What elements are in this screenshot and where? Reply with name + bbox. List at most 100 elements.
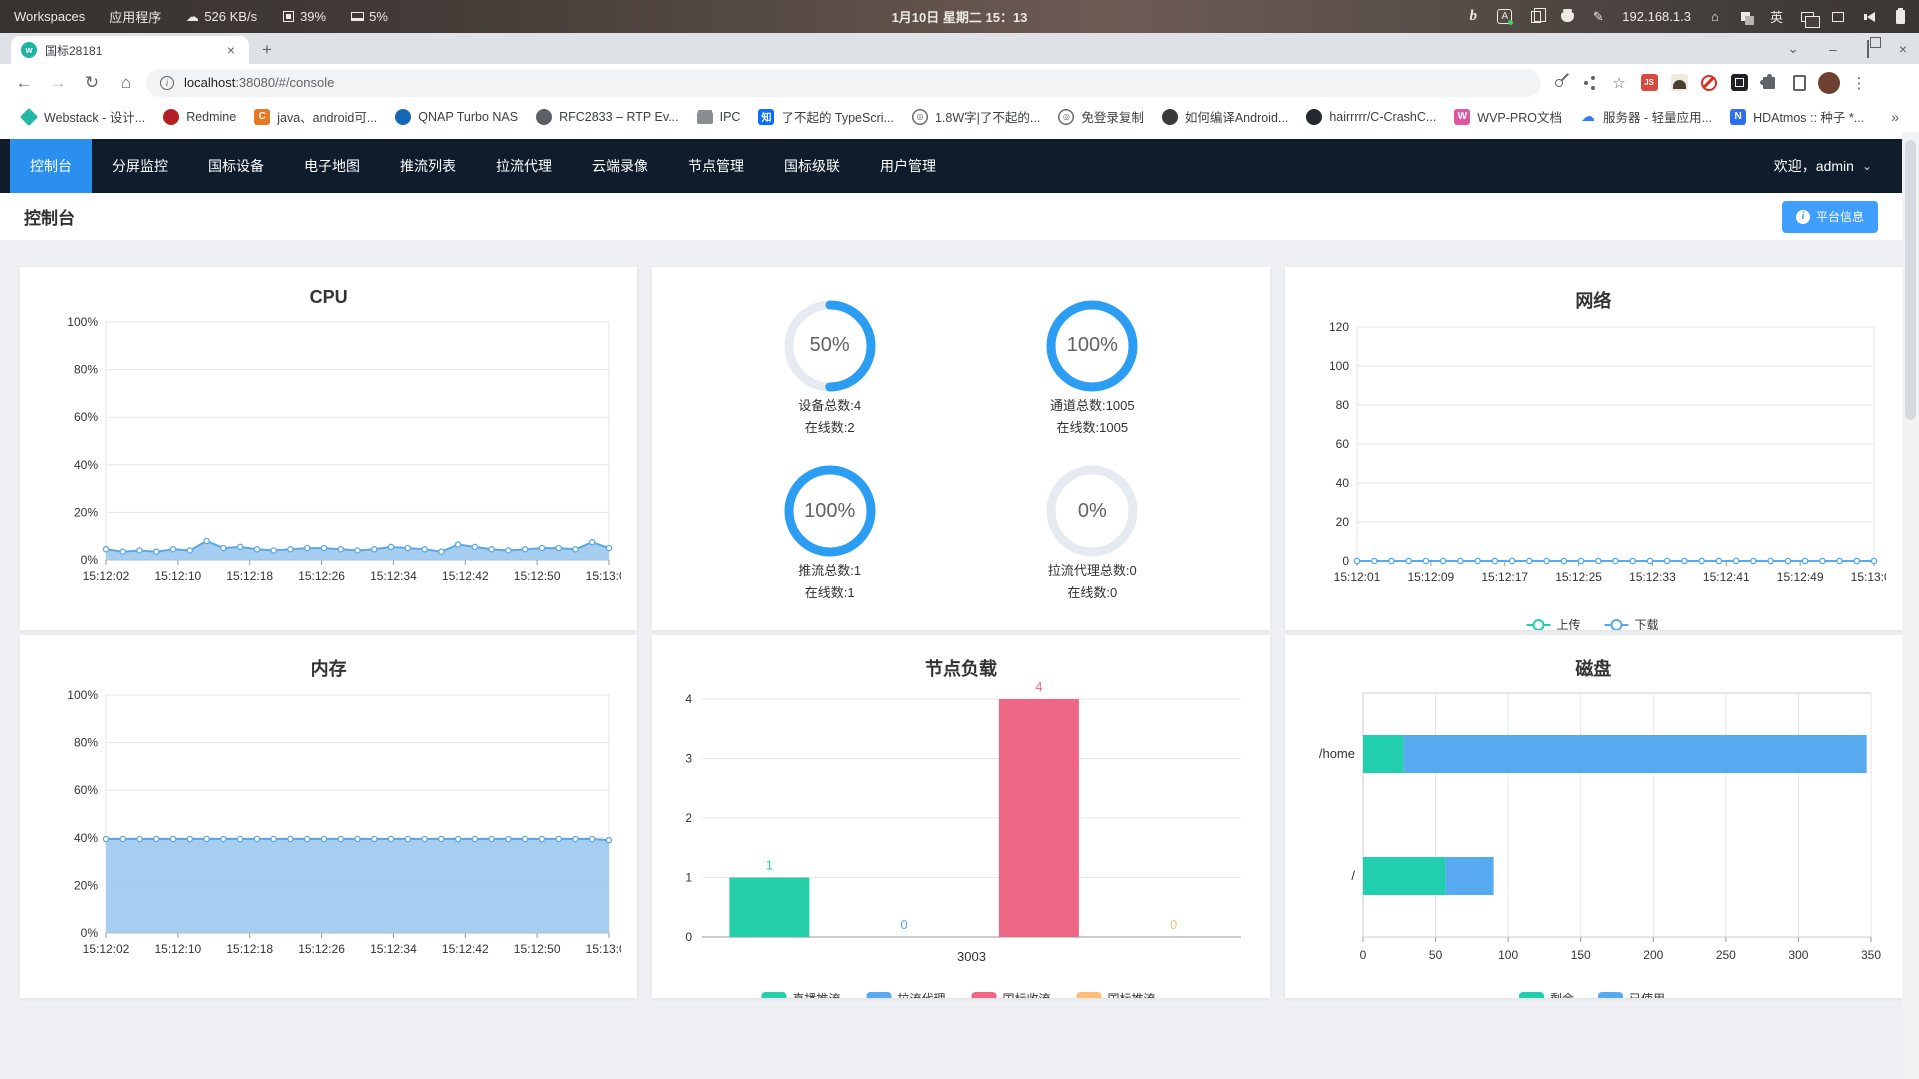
window-close-button[interactable]: × xyxy=(1899,41,1907,57)
bookmark-item[interactable]: hairrrrr/C-CrashC... xyxy=(1297,105,1445,129)
svg-text:15:12:33: 15:12:33 xyxy=(1629,570,1676,584)
nav-item-2[interactable]: 分屏监控 xyxy=(92,139,188,193)
password-key-icon[interactable] xyxy=(1547,71,1571,95)
nav-item-8[interactable]: 节点管理 xyxy=(668,139,764,193)
input-method-indicator[interactable]: 英 xyxy=(1770,7,1783,26)
bookmark-item[interactable]: QNAP Turbo NAS xyxy=(386,105,527,129)
browser-toolbar: ← → ↻ ⌂ i localhost:38080/#/console ☆ JS… xyxy=(0,64,1919,101)
bookmark-label: java、android可... xyxy=(277,111,378,125)
site-info-icon[interactable]: i xyxy=(160,75,174,90)
back-button[interactable]: ← xyxy=(10,69,38,97)
svg-text:40%: 40% xyxy=(74,831,98,845)
browser-tab[interactable]: w 国标28181 × xyxy=(11,36,249,64)
page-scrollbar[interactable] xyxy=(1902,132,1919,1079)
svg-text:15:12:18: 15:12:18 xyxy=(226,942,273,956)
svg-text:15:13:01: 15:13:01 xyxy=(586,569,621,583)
browser-tab-strip: w 国标28181 × + ⌄ – × xyxy=(0,33,1919,64)
screen-icon[interactable] xyxy=(1831,8,1845,26)
reload-button[interactable]: ↻ xyxy=(78,69,106,97)
bookmark-item[interactable]: W WVP-PRO文档 xyxy=(1445,105,1571,129)
bookmark-item[interactable]: Redmine xyxy=(154,105,245,129)
share-icon[interactable] xyxy=(1577,71,1601,95)
memory-card: 内存 0% 20% 40% 60% 80% 100% 15:12:02 15:12:10 15:… xyxy=(20,635,638,998)
bookmark-item[interactable]: ◎ 1.8W字|了不起的... xyxy=(903,105,1049,129)
nav-item-4[interactable]: 电子地图 xyxy=(284,139,380,193)
profile-avatar[interactable] xyxy=(1817,71,1841,95)
nav-item-9[interactable]: 国标级联 xyxy=(764,139,860,193)
nav-item-7[interactable]: 云端录像 xyxy=(572,139,668,193)
ip-address-indicator[interactable]: 192.168.1.3 xyxy=(1622,9,1691,24)
bookmark-favicon xyxy=(163,108,180,125)
bookmark-favicon xyxy=(696,111,713,124)
bookmark-favicon: C xyxy=(254,108,271,125)
extensions-puzzle-icon[interactable] xyxy=(1757,71,1781,95)
bookmark-favicon xyxy=(395,108,412,125)
bookmark-favicon: ☁ xyxy=(1581,108,1596,124)
nav-item-5[interactable]: 推流列表 xyxy=(380,139,476,193)
svg-text:15:12:42: 15:12:42 xyxy=(442,942,489,956)
nav-item-6[interactable]: 拉流代理 xyxy=(476,139,572,193)
svg-text:100%: 100% xyxy=(67,688,98,702)
extension-panel-icon[interactable] xyxy=(1787,71,1811,95)
battery-icon[interactable] xyxy=(1893,7,1907,26)
bookmark-item[interactable]: 知了不起的 TypeScri... xyxy=(749,105,903,129)
browser-menu-icon[interactable]: ⋮ xyxy=(1847,71,1871,95)
svg-text:100%: 100% xyxy=(67,315,98,329)
tab-title: 国标28181 xyxy=(45,43,103,58)
bookmark-label: IPC xyxy=(719,109,741,124)
extension-hat-icon[interactable] xyxy=(1667,71,1691,95)
workspace-switcher-icon[interactable] xyxy=(1739,8,1755,26)
bookmarks-overflow-icon[interactable]: » xyxy=(1883,109,1907,125)
svg-text:0: 0 xyxy=(1170,917,1177,932)
svg-text:80%: 80% xyxy=(74,736,98,750)
bookmark-item[interactable]: Cjava、android可... xyxy=(245,105,386,129)
nav-item-10[interactable]: 用户管理 xyxy=(860,139,956,193)
pull-proxy-ring: 0% 拉流代理总数:0 在线数:0 xyxy=(961,451,1224,617)
nav-item-3[interactable]: 国标设备 xyxy=(188,139,284,193)
home-tray-icon[interactable]: ⌂ xyxy=(1708,8,1722,26)
bookmark-item[interactable]: ◎ 免登录复制 xyxy=(1049,105,1153,129)
bookmark-star-icon[interactable]: ☆ xyxy=(1607,71,1631,95)
tab-close-icon[interactable]: × xyxy=(223,42,239,58)
bookmark-item[interactable]: Webstack - 设计... xyxy=(12,105,154,129)
cpu-usage-indicator[interactable]: 39% xyxy=(281,8,326,26)
bookmark-item[interactable]: N HDAtmos :: 种子 *... xyxy=(1721,105,1873,129)
translate-tray-icon[interactable]: A xyxy=(1497,8,1514,26)
platform-info-button[interactable]: i 平台信息 xyxy=(1781,200,1878,233)
user-menu[interactable]: 欢迎，admin ⌄ xyxy=(1774,156,1902,176)
forward-button[interactable]: → xyxy=(44,69,72,97)
url-path: :38080/#/console xyxy=(235,75,335,90)
bookmark-item[interactable]: IPC xyxy=(688,105,750,129)
bing-tray-icon[interactable]: b xyxy=(1466,8,1480,26)
svg-text:100: 100 xyxy=(1329,359,1349,373)
svg-text:15:12:02: 15:12:02 xyxy=(83,569,130,583)
bookmark-item[interactable]: 如何编译Android... xyxy=(1153,105,1298,129)
extension-dark-icon[interactable] xyxy=(1727,71,1751,95)
home-button[interactable]: ⌂ xyxy=(112,69,140,97)
clipboard-tray-icon[interactable] xyxy=(1529,7,1547,26)
new-tab-button[interactable]: + xyxy=(253,36,281,64)
nav-item-1[interactable]: 控制台 xyxy=(10,139,92,193)
extension-js-icon[interactable]: JS xyxy=(1637,71,1661,95)
pot-tray-icon[interactable] xyxy=(1560,8,1574,26)
address-bar[interactable]: i localhost:38080/#/console xyxy=(146,68,1541,97)
svg-text:15:12:49: 15:12:49 xyxy=(1776,570,1823,584)
bookmark-item[interactable]: ☁ 服务器 - 轻量应用... xyxy=(1571,105,1721,129)
svg-text:/home: /home xyxy=(1319,746,1355,761)
page-title: 控制台 xyxy=(24,209,75,228)
screenshot-pen-icon[interactable]: ✎ xyxy=(1591,8,1605,26)
extension-blocker-icon[interactable] xyxy=(1697,71,1721,95)
dual-screen-icon[interactable] xyxy=(1800,8,1820,28)
memory-usage-indicator[interactable]: 5% xyxy=(350,8,388,26)
svg-text:国标推流: 国标推流 xyxy=(1108,992,1156,998)
applications-menu[interactable]: 应用程序 xyxy=(109,7,161,26)
window-minimize-button[interactable]: – xyxy=(1829,41,1837,57)
network-speed-indicator[interactable]: ☁ 526 KB/s xyxy=(185,8,257,26)
volume-icon[interactable] xyxy=(1862,8,1876,26)
svg-text:15:12:34: 15:12:34 xyxy=(370,569,417,583)
bookmark-label: 服务器 - 轻量应用... xyxy=(1603,111,1713,125)
bookmark-item[interactable]: RFC2833 – RTP Ev... xyxy=(527,105,688,129)
window-restore-button[interactable] xyxy=(1866,39,1869,58)
workspaces-button[interactable]: Workspaces xyxy=(14,9,85,24)
tab-search-icon[interactable]: ⌄ xyxy=(1787,40,1799,57)
